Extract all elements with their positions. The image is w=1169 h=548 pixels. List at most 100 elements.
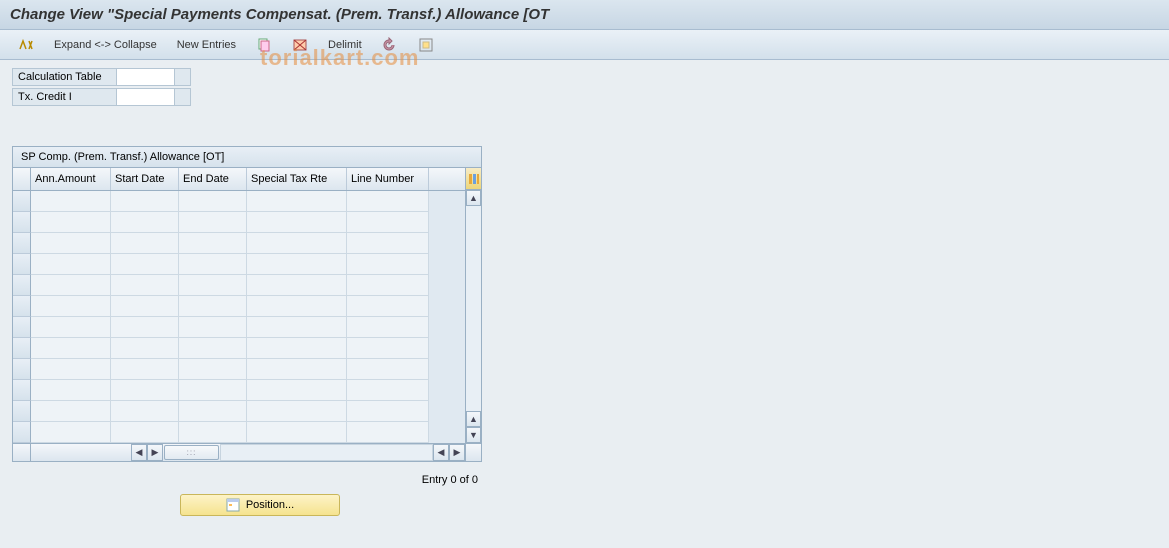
- cell[interactable]: [31, 212, 111, 233]
- row-selector[interactable]: [13, 359, 31, 380]
- delete-icon[interactable]: [284, 34, 316, 56]
- cell[interactable]: [247, 254, 347, 275]
- row-selector[interactable]: [13, 275, 31, 296]
- cell[interactable]: [179, 275, 247, 296]
- cell[interactable]: [247, 380, 347, 401]
- cell[interactable]: [179, 401, 247, 422]
- cell[interactable]: [111, 191, 179, 212]
- hscroll-thumb[interactable]: :::: [164, 445, 219, 460]
- cell[interactable]: [247, 296, 347, 317]
- cell[interactable]: [31, 233, 111, 254]
- row-selector-header[interactable]: [13, 168, 31, 190]
- calc-table-input[interactable]: [117, 68, 175, 86]
- position-button[interactable]: Position...: [180, 494, 340, 516]
- cell[interactable]: [247, 401, 347, 422]
- cell[interactable]: [247, 275, 347, 296]
- cell[interactable]: [179, 422, 247, 443]
- row-selector[interactable]: [13, 296, 31, 317]
- calc-table-help-icon[interactable]: [175, 68, 191, 86]
- scroll-down-icon[interactable]: ▼: [466, 427, 481, 443]
- cell[interactable]: [347, 338, 429, 359]
- col-header-ann-amount[interactable]: Ann.Amount: [31, 168, 111, 190]
- cell[interactable]: [31, 254, 111, 275]
- cell[interactable]: [111, 254, 179, 275]
- cell[interactable]: [111, 296, 179, 317]
- cell[interactable]: [179, 233, 247, 254]
- cell[interactable]: [179, 254, 247, 275]
- horizontal-scrollbar[interactable]: ◀ ▶ ::: ◀ ▶: [13, 443, 481, 461]
- cell[interactable]: [179, 191, 247, 212]
- cell[interactable]: [347, 380, 429, 401]
- cell[interactable]: [31, 338, 111, 359]
- cell[interactable]: [247, 212, 347, 233]
- toggle-view-icon[interactable]: [10, 34, 42, 56]
- delimit-button[interactable]: Delimit: [320, 36, 370, 54]
- col-header-line-number[interactable]: Line Number: [347, 168, 429, 190]
- cell[interactable]: [247, 317, 347, 338]
- scroll-up-icon[interactable]: ▲: [466, 190, 481, 206]
- scroll-right-inner-icon[interactable]: ▶: [147, 444, 163, 461]
- scroll-up2-icon[interactable]: ▲: [466, 411, 481, 427]
- cell[interactable]: [347, 317, 429, 338]
- cell[interactable]: [247, 338, 347, 359]
- cell[interactable]: [111, 401, 179, 422]
- scroll-right-icon[interactable]: ▶: [449, 444, 465, 461]
- vscroll-track[interactable]: [466, 206, 481, 411]
- cell[interactable]: [179, 212, 247, 233]
- cell[interactable]: [179, 296, 247, 317]
- row-selector[interactable]: [13, 254, 31, 275]
- cell[interactable]: [31, 275, 111, 296]
- cell[interactable]: [247, 422, 347, 443]
- cell[interactable]: [111, 233, 179, 254]
- table-config-icon[interactable]: [466, 168, 481, 190]
- cell[interactable]: [111, 212, 179, 233]
- row-selector[interactable]: [13, 212, 31, 233]
- cell[interactable]: [31, 422, 111, 443]
- cell[interactable]: [179, 359, 247, 380]
- new-entries-button[interactable]: New Entries: [169, 36, 244, 54]
- cell[interactable]: [347, 401, 429, 422]
- col-header-end-date[interactable]: End Date: [179, 168, 247, 190]
- row-selector[interactable]: [13, 401, 31, 422]
- select-all-icon[interactable]: [410, 34, 442, 56]
- tx-credit-help-icon[interactable]: [175, 88, 191, 106]
- cell[interactable]: [111, 338, 179, 359]
- cell[interactable]: [31, 317, 111, 338]
- scroll-left2-icon[interactable]: ◀: [433, 444, 449, 461]
- cell[interactable]: [111, 317, 179, 338]
- row-selector[interactable]: [13, 380, 31, 401]
- cell[interactable]: [31, 401, 111, 422]
- copy-icon[interactable]: [248, 34, 280, 56]
- cell[interactable]: [179, 317, 247, 338]
- cell[interactable]: [347, 422, 429, 443]
- cell[interactable]: [347, 233, 429, 254]
- cell[interactable]: [347, 359, 429, 380]
- cell[interactable]: [347, 191, 429, 212]
- cell[interactable]: [247, 233, 347, 254]
- row-selector[interactable]: [13, 338, 31, 359]
- tx-credit-input[interactable]: [117, 88, 175, 106]
- cell[interactable]: [31, 359, 111, 380]
- row-selector[interactable]: [13, 317, 31, 338]
- cell[interactable]: [347, 275, 429, 296]
- vertical-scrollbar[interactable]: ▲ ▲ ▼: [465, 168, 481, 443]
- cell[interactable]: [111, 275, 179, 296]
- expand-collapse-button[interactable]: Expand <-> Collapse: [46, 36, 165, 54]
- cell[interactable]: [31, 296, 111, 317]
- row-selector[interactable]: [13, 233, 31, 254]
- col-header-start-date[interactable]: Start Date: [111, 168, 179, 190]
- row-selector[interactable]: [13, 422, 31, 443]
- cell[interactable]: [347, 296, 429, 317]
- row-selector[interactable]: [13, 191, 31, 212]
- cell[interactable]: [31, 380, 111, 401]
- hscroll-track[interactable]: [220, 444, 433, 461]
- cell[interactable]: [179, 338, 247, 359]
- cell[interactable]: [347, 254, 429, 275]
- col-header-tax-rate[interactable]: Special Tax Rte: [247, 168, 347, 190]
- cell[interactable]: [111, 359, 179, 380]
- cell[interactable]: [179, 380, 247, 401]
- cell[interactable]: [347, 212, 429, 233]
- cell[interactable]: [247, 359, 347, 380]
- scroll-left-icon[interactable]: ◀: [131, 444, 147, 461]
- cell[interactable]: [111, 380, 179, 401]
